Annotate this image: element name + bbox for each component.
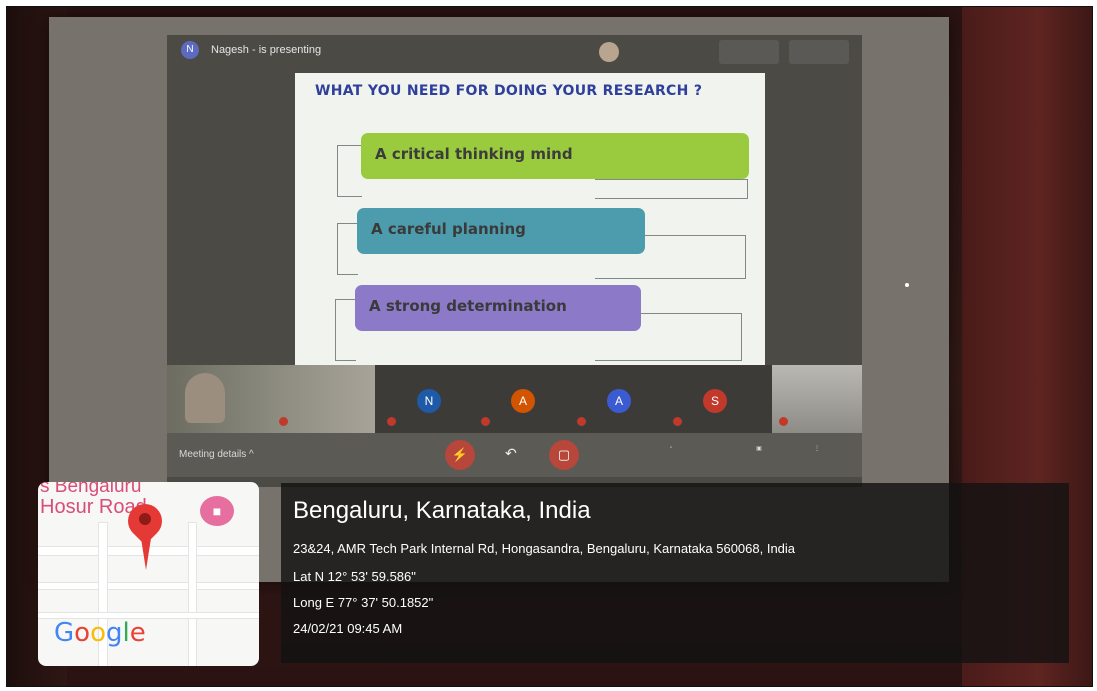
chat-icon	[789, 40, 849, 64]
presentation-slide: WHAT YOU NEED FOR DOING YOUR RESEARCH ? …	[295, 73, 765, 365]
map-pin-dot	[139, 513, 151, 525]
connector-line	[595, 179, 748, 199]
slide-title: WHAT YOU NEED FOR DOING YOUR RESEARCH ?	[315, 83, 703, 99]
location-address: 23&24, AMR Tech Park Internal Rd, Hongas…	[293, 541, 796, 556]
meeting-controls: Meeting details ^ ⚡ ↶ ▢ ▫ ▣ ⋮	[167, 433, 862, 477]
people-icon	[719, 40, 779, 64]
hotel-icon: ■	[200, 496, 234, 526]
connector-line	[335, 299, 356, 361]
present-icon: ▣	[756, 446, 762, 452]
slide-item-1: A critical thinking mind	[361, 133, 749, 179]
connector-line	[337, 223, 358, 275]
participant-avatar: S	[703, 389, 727, 413]
map-road	[38, 582, 259, 590]
mic-muted-icon	[481, 417, 490, 426]
connector-line	[337, 145, 362, 197]
slide-item-2: A careful planning	[357, 208, 645, 254]
meeting-details-button: Meeting details ^	[179, 449, 254, 460]
geotag-info-panel: Bengaluru, Karnataka, India 23&24, AMR T…	[281, 483, 1069, 663]
slide-item-3: A strong determination	[355, 285, 641, 331]
end-call-icon: ↶	[505, 445, 517, 461]
participant-person	[185, 373, 225, 423]
mic-muted-icon	[779, 417, 788, 426]
camera-off-icon: ▢	[549, 440, 579, 470]
participant-avatar: A	[607, 389, 631, 413]
more-options-icon: ⋮	[814, 446, 820, 452]
map-road	[188, 522, 197, 666]
mic-off-icon: ⚡	[445, 440, 475, 470]
location-datetime: 24/02/21 09:45 AM	[293, 621, 403, 636]
participant-thumbnail	[599, 42, 619, 62]
mic-muted-icon	[279, 417, 288, 426]
mic-muted-icon	[577, 417, 586, 426]
participant-avatar: N	[417, 389, 441, 413]
participant-avatar: A	[511, 389, 535, 413]
mic-muted-icon	[387, 417, 396, 426]
captions-icon: ▫	[669, 445, 673, 451]
location-longitude: Long E 77° 37' 50.1852"	[293, 595, 434, 610]
location-latitude: Lat N 12° 53' 59.586"	[293, 569, 416, 584]
mouse-cursor	[905, 283, 909, 287]
meeting-projection: N Nagesh - is presenting WHAT YOU NEED F…	[167, 35, 909, 487]
presenter-status: Nagesh - is presenting	[211, 44, 322, 56]
presenter-avatar: N	[181, 41, 199, 59]
participant-tiles: N A A S	[167, 365, 862, 433]
mic-muted-icon	[673, 417, 682, 426]
meeting-top-bar: N Nagesh - is presenting	[167, 35, 862, 73]
location-city: Bengaluru, Karnataka, India	[293, 497, 591, 524]
map-thumbnail: s Bengaluru Hosur Road ■ Google	[38, 482, 259, 666]
participant-video-tile	[167, 365, 375, 433]
google-logo: Google	[54, 618, 146, 648]
top-right-controls	[599, 40, 854, 66]
